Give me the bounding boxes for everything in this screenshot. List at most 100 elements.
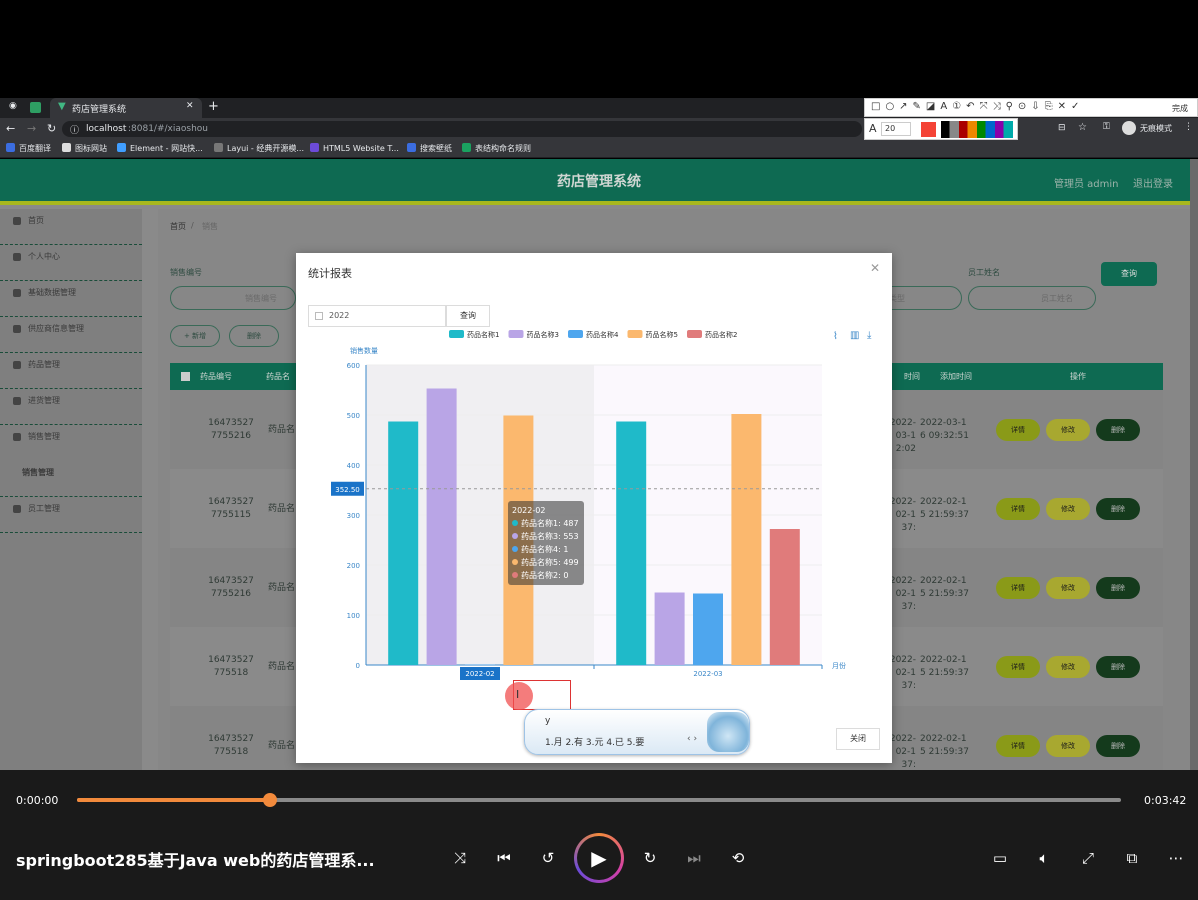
detail-button[interactable]: 详情 [996, 577, 1040, 599]
info-icon[interactable]: ⓘ [70, 123, 79, 136]
screenshot-done-label[interactable]: 完成 [1172, 103, 1188, 114]
staff-icon [13, 505, 21, 513]
drug-code: 16473527 7755216 [208, 576, 254, 599]
current-color-swatch[interactable] [921, 122, 936, 137]
sidebar-item-profile[interactable]: 个人中心 [0, 245, 142, 281]
select-all-checkbox[interactable] [181, 372, 190, 381]
home-icon [13, 217, 21, 225]
translate-icon[interactable]: ⊟ [1058, 123, 1066, 133]
sidebar-item-supplier[interactable]: 供应商信息管理 [0, 317, 142, 353]
forward-icon[interactable]: → [27, 122, 36, 135]
next-icon[interactable]: ⏭ [680, 844, 708, 872]
delete-button[interactable]: 删除 [1096, 419, 1140, 441]
detail-button[interactable]: 详情 [996, 419, 1040, 441]
previous-icon[interactable]: ⏮ [490, 844, 518, 872]
key-icon[interactable]: ⚿ [1103, 122, 1110, 132]
font-size-select[interactable]: 20 [881, 122, 911, 136]
sidebar-item-purchase[interactable]: 进货管理 [0, 389, 142, 425]
sidebar-item-sales[interactable]: 销售管理 [0, 425, 142, 461]
tab-title: 药店管理系统 [72, 105, 127, 115]
subtitles-icon[interactable]: ▭ [986, 844, 1014, 872]
bookmark-3[interactable]: Element - 网站快... [117, 143, 203, 154]
incognito-icon[interactable] [1122, 121, 1136, 135]
bookmark-4[interactable]: Layui - 经典开源模... [214, 143, 304, 154]
logout-link[interactable]: 退出登录 [1133, 175, 1173, 190]
bookmark-2[interactable]: 图标网站 [62, 143, 107, 154]
back-icon[interactable]: ← [6, 122, 15, 135]
fullscreen-icon[interactable]: ⤢ [1074, 844, 1102, 872]
bar-2-2 [654, 592, 685, 665]
edit-button[interactable]: 修改 [1046, 735, 1090, 757]
edit-button[interactable]: 修改 [1046, 577, 1090, 599]
dialog-close-button[interactable]: 关闭 [836, 728, 880, 750]
detail-button[interactable]: 详情 [996, 656, 1040, 678]
staff-name-input[interactable]: 员工姓名 [968, 286, 1096, 310]
reload-icon[interactable]: ↻ [47, 122, 56, 135]
rewind-10-icon[interactable]: ↺ [534, 844, 562, 872]
purchase-icon [13, 397, 21, 405]
tab-close-icon[interactable]: ✕ [186, 101, 194, 111]
bar-1-2 [616, 421, 647, 665]
batch-delete-button[interactable]: 删除 [229, 325, 279, 347]
search-button[interactable]: 查询 [1101, 262, 1157, 286]
repeat-off-icon[interactable]: ⟲ [724, 844, 752, 872]
app-tab-icon[interactable] [30, 102, 41, 113]
delete-button[interactable]: 删除 [1096, 656, 1140, 678]
more-options-icon[interactable]: ⋯ [1162, 844, 1190, 872]
browser-menu-icon[interactable]: ◉ [9, 101, 17, 111]
play-icon: ▶ [577, 836, 621, 880]
sidebar-item-drug[interactable]: 药品管理 [0, 353, 142, 389]
bookmark-7[interactable]: 表结构命名规则 [462, 143, 531, 154]
y-tick-label: 600 [347, 362, 360, 370]
profile-label[interactable]: 无痕模式 [1140, 123, 1172, 134]
bookmark-6[interactable]: 搜索壁纸 [407, 143, 452, 154]
shuffle-icon[interactable]: ⤨ [446, 844, 474, 872]
sale-time: 2022-02-1:37 [892, 576, 916, 612]
seek-bar[interactable] [77, 793, 1121, 807]
bar-3-2 [693, 593, 723, 665]
edit-button[interactable]: 修改 [1046, 498, 1090, 520]
legend-dot-icon [512, 559, 518, 565]
breadcrumb-home[interactable]: 首页 [170, 221, 186, 232]
bookmark-5[interactable]: HTML5 Website T... [310, 143, 399, 153]
forward-30-icon[interactable]: ↻ [636, 844, 664, 872]
ime-page-arrows-icon[interactable]: ‹ › [687, 734, 697, 744]
delete-button[interactable]: 删除 [1096, 577, 1140, 599]
sidebar-item-home[interactable]: 首页 [0, 209, 142, 245]
drug-name: 药品名 [268, 741, 296, 751]
edit-button[interactable]: 修改 [1046, 656, 1090, 678]
legend-label-5: 药品名称2 [705, 330, 737, 339]
detail-button[interactable]: 详情 [996, 498, 1040, 520]
browser-tab[interactable]: ▼ 药店管理系统 ✕ [50, 98, 202, 118]
bookmark-star-icon[interactable]: ☆ [1078, 122, 1087, 133]
add-button[interactable]: + 新增 [170, 325, 220, 347]
detail-button[interactable]: 详情 [996, 735, 1040, 757]
mini-player-icon[interactable]: ⧉ [1118, 844, 1146, 872]
bookmark-1[interactable]: 百度翻译 [6, 143, 51, 154]
play-button[interactable]: ▶ [574, 833, 624, 883]
color-palette[interactable] [941, 121, 1013, 138]
bar-3-1 [465, 664, 495, 665]
sidebar-subitem-sales[interactable]: 销售管理 [0, 461, 142, 497]
doc-icon [462, 143, 471, 152]
edit-button[interactable]: 修改 [1046, 419, 1090, 441]
ime-candidates[interactable]: 1.月 2.有 3.元 4.已 5.要 [545, 735, 644, 748]
screenshot-style-bar: A 20 [864, 118, 1018, 140]
sidebar-item-basic-data[interactable]: 基础数据管理 [0, 281, 142, 317]
browser-more-icon[interactable]: ⋮ [1184, 122, 1193, 132]
volume-icon[interactable]: 🔈︎ [1030, 844, 1058, 872]
screenshot-tool-icons[interactable]: □○↗✎◪A①↶⤧⤨⚲⊙⇩⎘✕✓ [871, 101, 1084, 112]
legend-swatch-5 [687, 330, 702, 338]
new-tab-icon[interactable]: + [208, 99, 219, 114]
drug-name: 药品名 [268, 662, 296, 672]
sale-no-input[interactable]: 销售编号 [170, 286, 296, 310]
address-bar[interactable]: ⓘ localhost :8081/#/xiaoshou [62, 121, 862, 137]
supplier-icon [13, 325, 21, 333]
delete-button[interactable]: 删除 [1096, 735, 1140, 757]
axis-pointer-value: 352.50 [335, 486, 360, 494]
page-scrollbar[interactable] [1190, 159, 1198, 770]
sidebar-item-staff[interactable]: 员工管理 [0, 497, 142, 533]
seek-handle[interactable] [263, 793, 278, 807]
delete-button[interactable]: 删除 [1096, 498, 1140, 520]
header-actions: 操作 [1070, 372, 1086, 381]
